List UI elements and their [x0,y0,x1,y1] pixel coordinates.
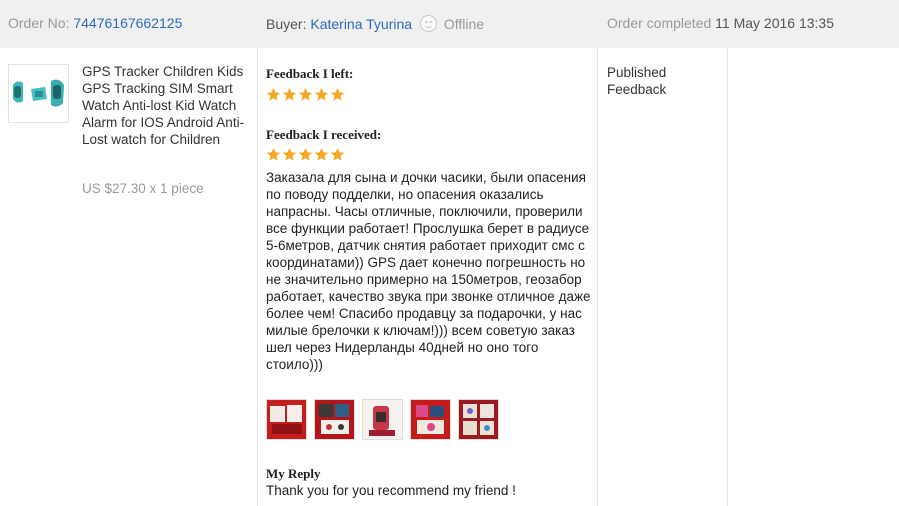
star-icon [298,147,313,161]
feedback-photo[interactable] [458,399,499,440]
feedback-received-heading: Feedback I received: [266,127,382,142]
star-icon [330,87,345,101]
feedback-left-heading: Feedback I left: [266,66,354,81]
star-icon [266,147,281,161]
feedback-left-stars [266,87,345,103]
order-header: Order No: 74476167662125 Buyer: Katerina… [0,0,899,48]
star-icon [298,87,313,101]
buyer-label: Buyer: [266,16,307,32]
my-reply-text: Thank you for you recommend my friend ! [266,483,516,498]
product-price: US $27.30 x 1 piece [82,181,204,196]
order-date: 11 May 2016 13:35 [715,15,835,31]
offline-face-icon [419,15,437,32]
photo-image [363,400,402,439]
star-icon [314,87,329,101]
feedback-photos [266,399,499,440]
buyer-comment: Заказала для сына и дочки часики, были о… [266,170,591,372]
column-divider [727,48,728,506]
feedback-status: Published Feedback [607,64,666,98]
star-icon [266,87,281,101]
star-icon [330,147,345,161]
feedback-received-stars [266,147,345,163]
feedback-status-line1: Published [607,65,667,80]
order-number: Order No: 74476167662125 [8,15,182,31]
feedback-photo[interactable] [362,399,403,440]
product-title-link[interactable]: GPS Tracker Children Kids GPS Tracking S… [82,63,254,148]
my-reply-heading: My Reply [266,466,321,481]
smart-watch-image [9,65,68,122]
star-icon [282,147,297,161]
buyer-name-link[interactable]: Katerina Tyurina [310,16,412,32]
star-icon [282,87,297,101]
order-no-label: Order No: [8,15,70,31]
online-status: Offline [443,16,485,32]
star-icon [314,147,329,161]
order-number-link[interactable]: 74476167662125 [73,15,182,31]
feedback-photo[interactable] [314,399,355,440]
product-thumbnail[interactable] [8,64,69,123]
order-status-label: Order completed [607,15,712,31]
photo-image [459,400,498,439]
photo-image [411,400,450,439]
feedback-status-line2: Feedback [607,82,667,97]
column-divider [597,48,598,506]
buyer-info: Buyer: Katerina Tyurina Offline [266,15,484,32]
column-divider [257,48,258,506]
photo-image [315,400,354,439]
feedback-photo[interactable] [410,399,451,440]
order-status: Order completed 11 May 2016 13:35 [607,15,834,31]
feedback-photo[interactable] [266,399,307,440]
photo-image [267,400,306,439]
